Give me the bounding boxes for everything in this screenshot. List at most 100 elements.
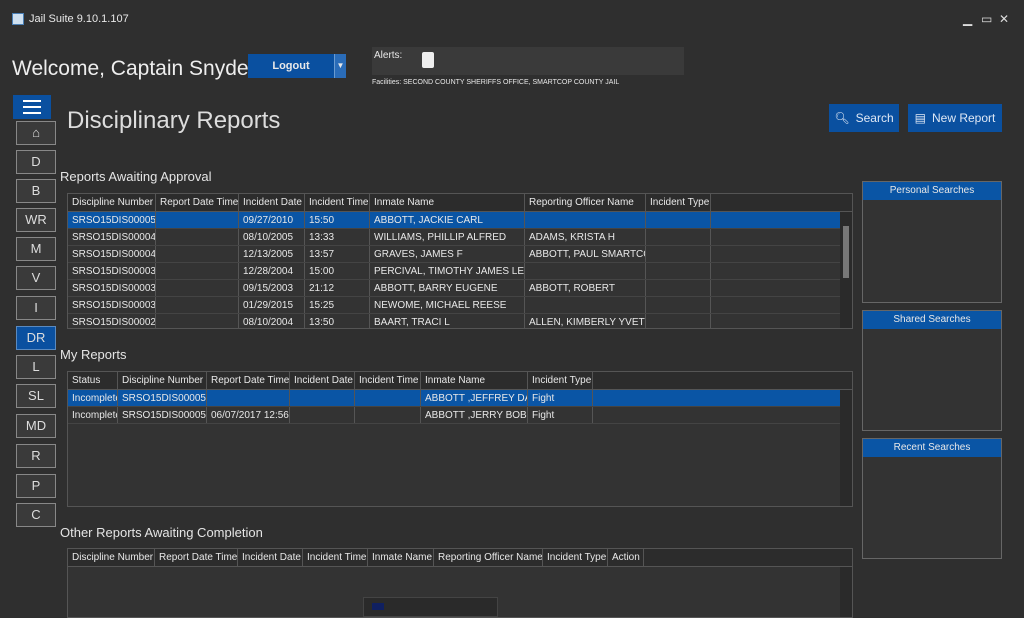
column-header[interactable]: Status bbox=[68, 372, 118, 389]
table-cell: BAART, TRACI L bbox=[370, 314, 525, 328]
sidebar-item-l[interactable]: L bbox=[16, 355, 56, 379]
column-header[interactable]: Incident Type bbox=[646, 194, 711, 211]
column-header[interactable]: Inmate Name bbox=[370, 194, 525, 211]
column-header[interactable]: Discipline Number bbox=[68, 549, 155, 566]
table-cell: ABBOTT, JACKIE CARL bbox=[370, 212, 525, 228]
other-title: Other Reports Awaiting Completion bbox=[60, 525, 263, 540]
table-cell: Fight bbox=[528, 390, 593, 406]
column-header[interactable]: Action bbox=[608, 549, 644, 566]
table-cell bbox=[525, 263, 646, 279]
column-header[interactable]: Reporting Officer Name bbox=[525, 194, 646, 211]
table-cell bbox=[525, 297, 646, 313]
sidebar-item-m[interactable]: M bbox=[16, 237, 56, 261]
column-header[interactable]: Discipline Number bbox=[118, 372, 207, 389]
table-cell: Fight bbox=[528, 407, 593, 423]
sidebar-item-c[interactable]: C bbox=[16, 503, 56, 527]
table-cell: ABBOTT, ROBERT bbox=[525, 280, 646, 296]
table-cell bbox=[156, 314, 239, 328]
close-button[interactable]: ✕ bbox=[999, 12, 1009, 26]
table-cell bbox=[646, 314, 711, 328]
scrollbar-thumb[interactable] bbox=[843, 226, 849, 278]
table-cell: 13:33 bbox=[305, 229, 370, 245]
scrollbar[interactable] bbox=[840, 212, 852, 328]
table-cell bbox=[156, 297, 239, 313]
table-cell: PERCIVAL, TIMOTHY JAMES LEROY bbox=[370, 263, 525, 279]
table-cell: Incomplete bbox=[68, 407, 118, 423]
table-cell: 15:00 bbox=[305, 263, 370, 279]
column-header[interactable]: Report Date Time bbox=[156, 194, 239, 211]
minimize-button[interactable]: ▁ bbox=[963, 12, 972, 26]
sidebar-item-dr[interactable]: DR bbox=[16, 326, 56, 350]
table-row[interactable]: SRSO15DIS000041 12/13/2005 13:57 GRAVES, JA… bbox=[68, 246, 840, 263]
column-header[interactable]: Discipline Number bbox=[68, 194, 156, 211]
sidebar-item-v[interactable]: V bbox=[16, 266, 56, 290]
maximize-button[interactable]: ▭ bbox=[981, 12, 992, 26]
table-row[interactable]: Incomplete SRSO15DIS000054 ABBOTT ,JEFFREY… bbox=[68, 390, 840, 407]
table-cell: SRSO15DIS000030 bbox=[68, 297, 156, 313]
table-row[interactable]: SRSO15DIS000030 01/29/2015 15:25 NEWOME, MI… bbox=[68, 297, 840, 314]
table-cell bbox=[290, 407, 355, 423]
taskbar-popup[interactable] bbox=[363, 597, 498, 617]
sidebar-item-md[interactable]: MD bbox=[16, 414, 56, 438]
table-row[interactable]: SRSO15DIS000052 09/27/2010 15:50 ABBOTT, JA… bbox=[68, 212, 840, 229]
table-row[interactable]: SRSO15DIS000047 08/10/2005 13:33 WILLIAMS, … bbox=[68, 229, 840, 246]
table-cell: Incomplete bbox=[68, 390, 118, 406]
sidebar-item-r[interactable]: R bbox=[16, 444, 56, 468]
table-cell bbox=[646, 212, 711, 228]
my-reports-title: My Reports bbox=[60, 347, 127, 362]
sidebar-item-sl[interactable]: SL bbox=[16, 384, 56, 408]
recent-searches-panel: Recent Searches bbox=[862, 438, 1002, 559]
column-header[interactable]: Report Date Time bbox=[155, 549, 238, 566]
table-header: Discipline Number Report Date Time Inciden… bbox=[68, 549, 852, 567]
column-header[interactable]: Incident Time bbox=[355, 372, 421, 389]
column-header[interactable]: Inmate Name bbox=[421, 372, 528, 389]
sidebar-item-p[interactable]: P bbox=[16, 474, 56, 498]
sidebar-item-home[interactable]: ⌂ bbox=[16, 121, 56, 145]
scrollbar[interactable] bbox=[840, 567, 852, 617]
alerts-box: Alerts: bbox=[372, 47, 684, 75]
table-cell bbox=[355, 407, 421, 423]
column-header[interactable]: Incident Date bbox=[239, 194, 305, 211]
table-row[interactable]: SRSO15DIS000039 12/28/2004 15:00 PERCIVAL, … bbox=[68, 263, 840, 280]
table-cell: 08/10/2004 bbox=[239, 314, 305, 328]
column-header[interactable]: Reporting Officer Name bbox=[434, 549, 543, 566]
table-cell bbox=[646, 280, 711, 296]
sidebar-item-i[interactable]: I bbox=[16, 296, 56, 320]
alert-clipboard-icon[interactable] bbox=[422, 52, 434, 68]
table-cell: SRSO15DIS000053 bbox=[118, 407, 207, 423]
document-icon: ▤ bbox=[914, 111, 926, 125]
table-cell: 12/13/2005 bbox=[239, 246, 305, 262]
column-header[interactable]: Report Date Time bbox=[207, 372, 290, 389]
column-header[interactable]: Inmate Name bbox=[368, 549, 434, 566]
column-header[interactable]: Incident Date bbox=[290, 372, 355, 389]
column-header[interactable]: Incident Type bbox=[528, 372, 593, 389]
table-cell: 08/10/2005 bbox=[239, 229, 305, 245]
table-cell: SRSO15DIS000039 bbox=[68, 263, 156, 279]
column-header[interactable]: Incident Type bbox=[543, 549, 608, 566]
logout-button[interactable]: Logout ▼ bbox=[248, 54, 346, 78]
table-cell bbox=[156, 229, 239, 245]
table-cell bbox=[355, 390, 421, 406]
sidebar-item-d[interactable]: D bbox=[16, 150, 56, 174]
table-cell bbox=[646, 297, 711, 313]
table-cell: 13:50 bbox=[305, 314, 370, 328]
column-header[interactable]: Incident Time bbox=[303, 549, 368, 566]
table-cell bbox=[646, 229, 711, 245]
awaiting-approval-table: Discipline Number Report Date Time Inciden… bbox=[67, 193, 853, 329]
table-cell: WILLIAMS, PHILLIP ALFRED bbox=[370, 229, 525, 245]
search-button[interactable]: 🔍︎ Search bbox=[829, 104, 899, 132]
table-cell: 13:57 bbox=[305, 246, 370, 262]
table-header: Status Discipline Number Report Date Time I… bbox=[68, 372, 852, 390]
sidebar-item-wr[interactable]: WR bbox=[16, 208, 56, 232]
new-report-button[interactable]: ▤ New Report bbox=[908, 104, 1002, 132]
table-row[interactable]: Incomplete SRSO15DIS000053 06/07/2017 12:5… bbox=[68, 407, 840, 424]
table-cell: SRSO15DIS000054 bbox=[118, 390, 207, 406]
table-row[interactable]: SRSO15DIS000031 09/15/2003 21:12 ABBOTT, BA… bbox=[68, 280, 840, 297]
sidebar-item-b[interactable]: B bbox=[16, 179, 56, 203]
column-header[interactable]: Incident Time bbox=[305, 194, 370, 211]
scrollbar[interactable] bbox=[840, 390, 852, 506]
table-row[interactable]: SRSO15DIS000026 08/10/2004 13:50 BAART, TRA… bbox=[68, 314, 840, 328]
column-header[interactable]: Incident Date bbox=[238, 549, 303, 566]
chevron-down-icon[interactable]: ▼ bbox=[334, 54, 346, 78]
menu-button[interactable] bbox=[13, 95, 51, 119]
